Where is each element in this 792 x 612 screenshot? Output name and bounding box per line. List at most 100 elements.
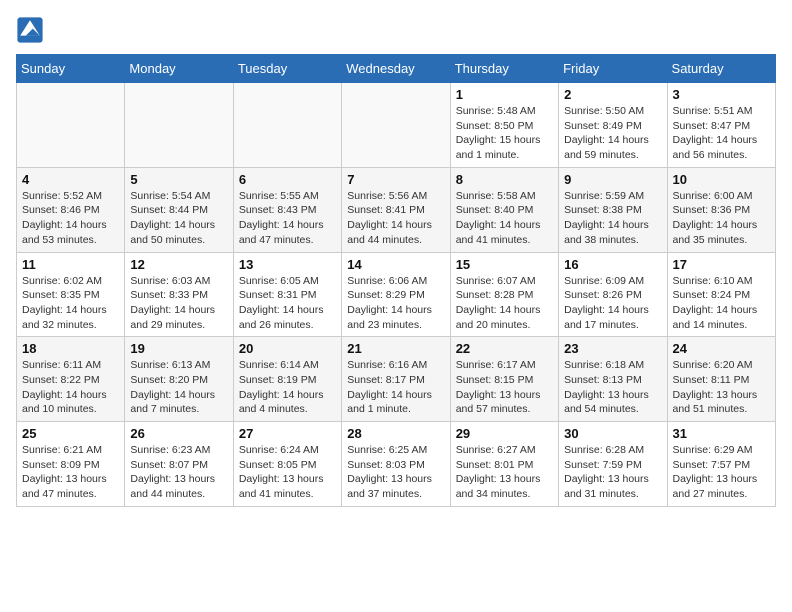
calendar-cell: 12 Sunrise: 6:03 AM Sunset: 8:33 PM Dayli…	[125, 252, 233, 337]
calendar-cell: 11 Sunrise: 6:02 AM Sunset: 8:35 PM Dayli…	[17, 252, 125, 337]
day-info: Sunrise: 5:55 AM Sunset: 8:43 PM Dayligh…	[239, 189, 336, 248]
calendar-cell	[17, 83, 125, 168]
week-row-4: 18 Sunrise: 6:11 AM Sunset: 8:22 PM Dayli…	[17, 337, 776, 422]
week-row-5: 25 Sunrise: 6:21 AM Sunset: 8:09 PM Dayli…	[17, 422, 776, 507]
day-number: 15	[456, 257, 553, 272]
day-info: Sunrise: 6:18 AM Sunset: 8:13 PM Dayligh…	[564, 358, 661, 417]
day-info: Sunrise: 6:09 AM Sunset: 8:26 PM Dayligh…	[564, 274, 661, 333]
calendar-cell: 7 Sunrise: 5:56 AM Sunset: 8:41 PM Daylig…	[342, 167, 450, 252]
day-number: 23	[564, 341, 661, 356]
calendar-cell: 15 Sunrise: 6:07 AM Sunset: 8:28 PM Dayli…	[450, 252, 558, 337]
calendar-cell: 31 Sunrise: 6:29 AM Sunset: 7:57 PM Dayli…	[667, 422, 775, 507]
day-info: Sunrise: 5:58 AM Sunset: 8:40 PM Dayligh…	[456, 189, 553, 248]
week-row-3: 11 Sunrise: 6:02 AM Sunset: 8:35 PM Dayli…	[17, 252, 776, 337]
day-number: 12	[130, 257, 227, 272]
calendar-cell: 14 Sunrise: 6:06 AM Sunset: 8:29 PM Dayli…	[342, 252, 450, 337]
day-info: Sunrise: 6:07 AM Sunset: 8:28 PM Dayligh…	[456, 274, 553, 333]
day-of-week-friday: Friday	[559, 55, 667, 83]
calendar-header: SundayMondayTuesdayWednesdayThursdayFrid…	[17, 55, 776, 83]
day-info: Sunrise: 6:02 AM Sunset: 8:35 PM Dayligh…	[22, 274, 119, 333]
day-number: 24	[673, 341, 770, 356]
calendar-cell	[125, 83, 233, 168]
day-info: Sunrise: 6:29 AM Sunset: 7:57 PM Dayligh…	[673, 443, 770, 502]
day-info: Sunrise: 6:28 AM Sunset: 7:59 PM Dayligh…	[564, 443, 661, 502]
logo-icon	[16, 16, 44, 44]
day-of-week-monday: Monday	[125, 55, 233, 83]
day-info: Sunrise: 6:11 AM Sunset: 8:22 PM Dayligh…	[22, 358, 119, 417]
day-number: 18	[22, 341, 119, 356]
day-info: Sunrise: 6:05 AM Sunset: 8:31 PM Dayligh…	[239, 274, 336, 333]
day-info: Sunrise: 6:03 AM Sunset: 8:33 PM Dayligh…	[130, 274, 227, 333]
day-number: 25	[22, 426, 119, 441]
day-number: 16	[564, 257, 661, 272]
calendar-cell: 5Sunrise: 5:54 AM Sunset: 8:44 PM Daylig…	[125, 167, 233, 252]
calendar-cell: 22Sunrise: 6:17 AM Sunset: 8:15 PM Dayli…	[450, 337, 558, 422]
day-number: 20	[239, 341, 336, 356]
day-number: 28	[347, 426, 444, 441]
day-info: Sunrise: 6:00 AM Sunset: 8:36 PM Dayligh…	[673, 189, 770, 248]
day-info: Sunrise: 6:13 AM Sunset: 8:20 PM Dayligh…	[130, 358, 227, 417]
week-row-2: 4Sunrise: 5:52 AM Sunset: 8:46 PM Daylig…	[17, 167, 776, 252]
calendar-cell: 30 Sunrise: 6:28 AM Sunset: 7:59 PM Dayli…	[559, 422, 667, 507]
day-number: 17	[673, 257, 770, 272]
calendar-cell: 10 Sunrise: 6:00 AM Sunset: 8:36 PM Dayli…	[667, 167, 775, 252]
day-info: Sunrise: 6:21 AM Sunset: 8:09 PM Dayligh…	[22, 443, 119, 502]
day-info: Sunrise: 6:20 AM Sunset: 8:11 PM Dayligh…	[673, 358, 770, 417]
day-number: 13	[239, 257, 336, 272]
day-info: Sunrise: 5:54 AM Sunset: 8:44 PM Dayligh…	[130, 189, 227, 248]
calendar-cell: 24 Sunrise: 6:20 AM Sunset: 8:11 PM Dayli…	[667, 337, 775, 422]
calendar-cell: 25 Sunrise: 6:21 AM Sunset: 8:09 PM Dayli…	[17, 422, 125, 507]
day-of-week-wednesday: Wednesday	[342, 55, 450, 83]
day-number: 30	[564, 426, 661, 441]
day-info: Sunrise: 5:56 AM Sunset: 8:41 PM Dayligh…	[347, 189, 444, 248]
day-number: 7	[347, 172, 444, 187]
day-number: 29	[456, 426, 553, 441]
day-number: 9	[564, 172, 661, 187]
calendar-cell	[342, 83, 450, 168]
calendar-cell: 6 Sunrise: 5:55 AM Sunset: 8:43 PM Daylig…	[233, 167, 341, 252]
calendar-cell: 28 Sunrise: 6:25 AM Sunset: 8:03 PM Dayli…	[342, 422, 450, 507]
day-info: Sunrise: 6:06 AM Sunset: 8:29 PM Dayligh…	[347, 274, 444, 333]
day-number: 2	[564, 87, 661, 102]
day-number: 11	[22, 257, 119, 272]
day-info: Sunrise: 5:52 AM Sunset: 8:46 PM Dayligh…	[22, 189, 119, 248]
calendar-cell: 19 Sunrise: 6:13 AM Sunset: 8:20 PM Dayli…	[125, 337, 233, 422]
calendar-cell: 18 Sunrise: 6:11 AM Sunset: 8:22 PM Dayli…	[17, 337, 125, 422]
day-number: 19	[130, 341, 227, 356]
day-info: Sunrise: 6:25 AM Sunset: 8:03 PM Dayligh…	[347, 443, 444, 502]
calendar-table: SundayMondayTuesdayWednesdayThursdayFrid…	[16, 54, 776, 507]
day-info: Sunrise: 6:27 AM Sunset: 8:01 PM Dayligh…	[456, 443, 553, 502]
day-number: 31	[673, 426, 770, 441]
day-info: Sunrise: 6:24 AM Sunset: 8:05 PM Dayligh…	[239, 443, 336, 502]
day-number: 21	[347, 341, 444, 356]
calendar-cell: 13 Sunrise: 6:05 AM Sunset: 8:31 PM Dayli…	[233, 252, 341, 337]
day-number: 10	[673, 172, 770, 187]
day-number: 14	[347, 257, 444, 272]
calendar-cell: 23 Sunrise: 6:18 AM Sunset: 8:13 PM Dayli…	[559, 337, 667, 422]
calendar-cell: 21 Sunrise: 6:16 AM Sunset: 8:17 PM Dayli…	[342, 337, 450, 422]
day-of-week-sunday: Sunday	[17, 55, 125, 83]
calendar-cell: 9 Sunrise: 5:59 AM Sunset: 8:38 PM Daylig…	[559, 167, 667, 252]
calendar-cell: 3Sunrise: 5:51 AM Sunset: 8:47 PM Daylig…	[667, 83, 775, 168]
week-row-1: 1Sunrise: 5:48 AM Sunset: 8:50 PM Daylig…	[17, 83, 776, 168]
calendar-cell	[233, 83, 341, 168]
day-info: Sunrise: 6:10 AM Sunset: 8:24 PM Dayligh…	[673, 274, 770, 333]
day-info: Sunrise: 5:59 AM Sunset: 8:38 PM Dayligh…	[564, 189, 661, 248]
day-of-week-saturday: Saturday	[667, 55, 775, 83]
calendar-cell: 1Sunrise: 5:48 AM Sunset: 8:50 PM Daylig…	[450, 83, 558, 168]
day-number: 6	[239, 172, 336, 187]
day-of-week-tuesday: Tuesday	[233, 55, 341, 83]
day-of-week-thursday: Thursday	[450, 55, 558, 83]
calendar-cell: 17 Sunrise: 6:10 AM Sunset: 8:24 PM Dayli…	[667, 252, 775, 337]
page-header	[16, 16, 776, 44]
calendar-cell: 27 Sunrise: 6:24 AM Sunset: 8:05 PM Dayli…	[233, 422, 341, 507]
day-info: Sunrise: 5:50 AM Sunset: 8:49 PM Dayligh…	[564, 104, 661, 163]
day-info: Sunrise: 6:14 AM Sunset: 8:19 PM Dayligh…	[239, 358, 336, 417]
calendar-cell: 4Sunrise: 5:52 AM Sunset: 8:46 PM Daylig…	[17, 167, 125, 252]
day-info: Sunrise: 5:51 AM Sunset: 8:47 PM Dayligh…	[673, 104, 770, 163]
day-info: Sunrise: 6:16 AM Sunset: 8:17 PM Dayligh…	[347, 358, 444, 417]
calendar-cell: 2 Sunrise: 5:50 AM Sunset: 8:49 PM Daylig…	[559, 83, 667, 168]
day-number: 27	[239, 426, 336, 441]
day-number: 26	[130, 426, 227, 441]
calendar-cell: 8Sunrise: 5:58 AM Sunset: 8:40 PM Daylig…	[450, 167, 558, 252]
